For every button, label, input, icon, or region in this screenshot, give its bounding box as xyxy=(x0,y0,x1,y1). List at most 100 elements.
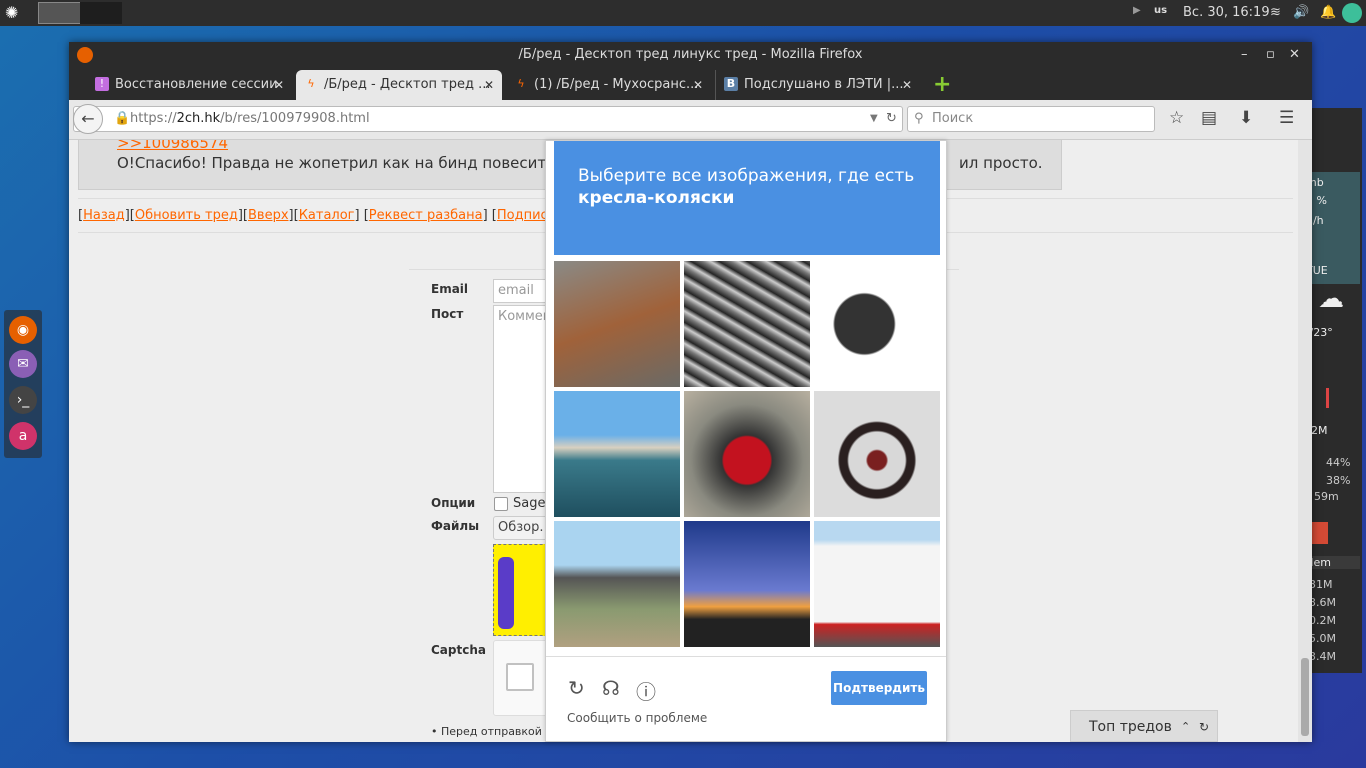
new-tab-icon[interactable]: + xyxy=(933,72,951,97)
browse-button[interactable]: Обзор. xyxy=(493,516,553,540)
window-title: /Б/ред - Десктоп тред линукс тред - Mozi… xyxy=(518,47,863,62)
tab-desktop-thread[interactable]: ϟ/Б/ред - Десктоп тред ... ✕ xyxy=(296,70,502,100)
nav-bar: 🔒 https://2ch.hk/b/res/100979908.html ▼ ↻ ←… xyxy=(69,100,1312,140)
recaptcha-checkbox[interactable] xyxy=(506,663,534,691)
recaptcha-challenge: Выберите все изображения, где есть кресл… xyxy=(545,140,947,742)
captcha-tile-rust[interactable] xyxy=(554,261,680,387)
maximize-icon[interactable]: ▫ xyxy=(1266,42,1275,68)
refresh-icon[interactable]: ↻ xyxy=(1199,711,1209,742)
weather-cloud-sun-icon: ☁ xyxy=(1318,284,1344,314)
captcha-tile-engine[interactable] xyxy=(684,261,810,387)
report-problem-link[interactable]: Сообщить о проблеме xyxy=(567,711,707,725)
tab-vk[interactable]: B Подслушано в ЛЭТИ |... ✕ xyxy=(715,70,920,100)
notification-bell-icon[interactable]: 🔔 xyxy=(1320,5,1336,20)
challenge-header: Выберите все изображения, где есть кресл… xyxy=(554,141,940,255)
post-label: Пост xyxy=(431,307,464,321)
challenge-prompt: Выберите все изображения, где есть xyxy=(578,166,915,186)
link-refresh[interactable]: Обновить тред xyxy=(135,208,238,223)
post-text: О!Спасибо! Правда не жопетрил как на бин… xyxy=(117,154,555,172)
info-icon[interactable]: ⓘ xyxy=(636,676,656,705)
captcha-tile-wheelchair[interactable] xyxy=(814,261,940,387)
battery-icon[interactable] xyxy=(1342,3,1362,23)
close-tab-icon[interactable]: ✕ xyxy=(902,70,912,100)
search-input[interactable]: ⚲ Поиск xyxy=(907,106,1155,132)
tab-label: (1) /Б/ред - Мухосранс... xyxy=(534,77,699,92)
menu-icon[interactable]: ✺ xyxy=(5,3,18,22)
search-icon: ⚲ xyxy=(914,111,924,126)
tab-label: /Б/ред - Десктоп тред ... xyxy=(324,77,491,92)
captcha-tile-motorcycle[interactable] xyxy=(684,391,810,517)
tab-label: Подслушано в ЛЭТИ |... xyxy=(744,77,904,92)
close-tab-icon[interactable]: ✕ xyxy=(484,70,494,100)
url-path: /b/res/100979908.html xyxy=(220,111,370,126)
link-catalog[interactable]: Каталог xyxy=(299,208,355,223)
firefox-icon xyxy=(77,47,93,63)
reload-challenge-icon[interactable]: ↻ xyxy=(568,676,585,700)
bookmark-star-icon[interactable]: ☆ xyxy=(1169,108,1184,128)
url-prefix: https:// xyxy=(130,111,177,126)
collapse-icon[interactable]: ⌃ xyxy=(1181,711,1190,742)
scrollbar[interactable] xyxy=(1298,140,1312,742)
files-label: Файлы xyxy=(431,519,480,533)
sage-checkbox[interactable] xyxy=(494,497,508,511)
link-top[interactable]: Вверх xyxy=(248,208,289,223)
search-placeholder: Поиск xyxy=(932,111,974,126)
tab-bar: ! Восстановление сессии ✕ ϟ/Б/ред - Дескто… xyxy=(69,68,1312,100)
options-label: Опции xyxy=(431,496,476,510)
ad-image[interactable] xyxy=(493,544,553,636)
reload-icon[interactable]: ↻ xyxy=(886,107,897,131)
close-icon[interactable]: ✕ xyxy=(1289,42,1300,68)
email-input[interactable]: email xyxy=(493,279,553,303)
captcha-label: Captcha xyxy=(431,643,486,657)
app-launcher-icon[interactable]: a xyxy=(9,422,37,450)
close-tab-icon[interactable]: ✕ xyxy=(274,70,284,100)
keyboard-layout[interactable]: us xyxy=(1154,5,1167,16)
back-button[interactable]: ← xyxy=(73,104,103,134)
titlebar: /Б/ред - Десктоп тред линукс тред - Mozi… xyxy=(69,42,1312,68)
taskbar-item[interactable] xyxy=(80,2,122,24)
captcha-tile-car-trailer[interactable] xyxy=(554,521,680,647)
download-icon[interactable]: ⬇ xyxy=(1239,108,1253,128)
captcha-tile-wheelchair[interactable] xyxy=(814,391,940,517)
tab-thread-2[interactable]: ϟ (1) /Б/ред - Мухосранс... ✕ xyxy=(506,70,711,100)
link-subscribe[interactable]: Подпис xyxy=(497,208,548,223)
cpu1: 44% xyxy=(1326,456,1351,469)
uptime: 59m xyxy=(1314,490,1339,503)
tray-arrow-icon[interactable]: ▶ xyxy=(1133,5,1141,16)
volume-icon[interactable]: 🔊 xyxy=(1293,5,1309,20)
link-back[interactable]: Назад xyxy=(83,208,125,223)
cpu2: 38% xyxy=(1326,474,1351,487)
comment-textarea[interactable]: Коммен xyxy=(493,305,553,493)
url-bar[interactable]: 🔒 https://2ch.hk/b/res/100979908.html ▼ ↻ xyxy=(73,106,903,132)
firefox-launcher-icon[interactable]: ◉ xyxy=(9,316,37,344)
audio-challenge-headphones-icon[interactable]: ☊ xyxy=(602,676,620,700)
tab-session-restore[interactable]: ! Восстановление сессии ✕ xyxy=(87,70,292,100)
email-label: Email xyxy=(431,282,469,296)
link-unban-request[interactable]: Реквест разбана xyxy=(369,208,483,223)
menu-icon[interactable]: ☰ xyxy=(1279,108,1294,128)
top-threads-label: Топ тредов xyxy=(1089,719,1172,735)
mail-launcher-icon[interactable]: ✉ xyxy=(9,350,37,378)
captcha-tile-harbor[interactable] xyxy=(554,391,680,517)
captcha-tile-van[interactable] xyxy=(814,521,940,647)
bolt-icon: ϟ xyxy=(517,77,525,90)
scrollbar-thumb[interactable] xyxy=(1301,658,1309,736)
url-domain: 2ch.hk xyxy=(176,111,221,126)
reply-link[interactable]: >>100986574 xyxy=(117,140,228,152)
minimize-icon[interactable]: – xyxy=(1241,42,1248,68)
warning-icon: ! xyxy=(95,77,109,91)
lock-icon: 🔒 xyxy=(114,111,131,126)
thread-nav-links: [Назад][Обновить тред][Вверх][Каталог] [… xyxy=(78,208,548,223)
wifi-icon[interactable]: ≋ xyxy=(1270,5,1281,20)
sage-label: Sage xyxy=(513,496,546,511)
top-threads-panel[interactable]: Топ тредов ⌃ ↻ xyxy=(1070,710,1218,742)
dropdown-icon[interactable]: ▼ xyxy=(870,107,878,131)
close-tab-icon[interactable]: ✕ xyxy=(693,70,703,100)
confirm-button[interactable]: Подтвердить xyxy=(831,671,927,705)
post-text-tail: ил просто. xyxy=(959,154,1043,172)
captcha-tile-jet-car[interactable] xyxy=(684,521,810,647)
terminal-launcher-icon[interactable]: ›_ xyxy=(9,386,37,414)
recaptcha-box xyxy=(493,640,553,716)
reading-list-icon[interactable]: ▤ xyxy=(1201,108,1217,128)
clock[interactable]: Вс. 30, 16:19 xyxy=(1183,5,1270,20)
